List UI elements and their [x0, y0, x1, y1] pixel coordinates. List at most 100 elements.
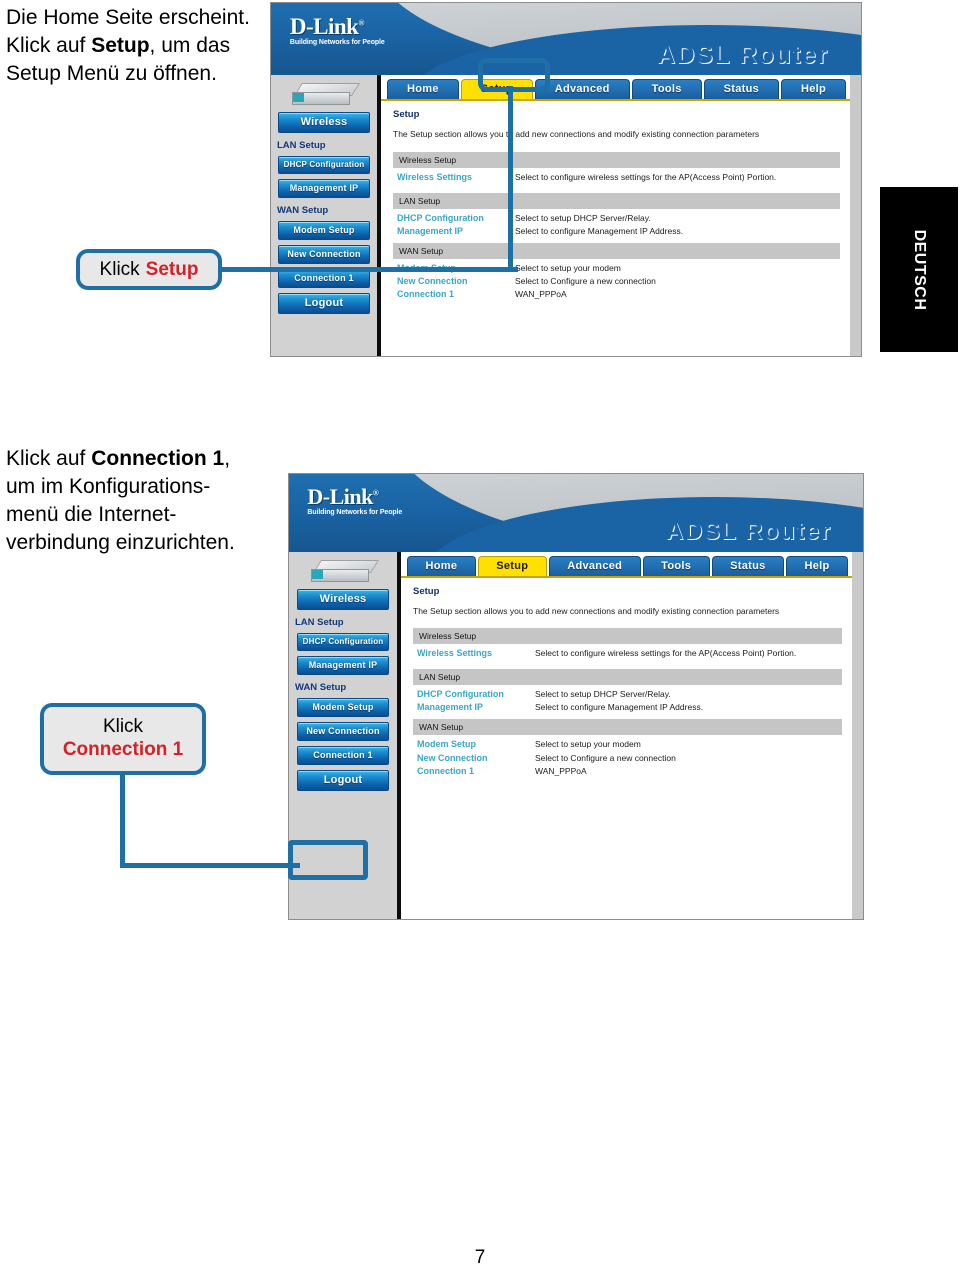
sidebar-items-container: Wireless LAN Setup DHCP Configuration Manag… [271, 112, 377, 315]
panel-sections: Wireless Setup Wireless Settings Select to… [393, 151, 840, 300]
panel-sections: Wireless Setup Wireless Settings Select to… [413, 628, 842, 776]
setup-row: DHCP Configuration Select to setup DHCP S… [393, 213, 840, 224]
callout-connector-vertical [508, 86, 513, 271]
router-device-icon [311, 559, 380, 582]
nav-tab-advanced[interactable]: Advanced [548, 555, 641, 576]
sidebar-button-connection-1[interactable]: Connection 1 [297, 745, 389, 765]
router-content: Home Setup Advanced Tools Status Help Setup T… [381, 75, 861, 356]
setup-row-description: Select to Configure a new connection [535, 752, 676, 763]
registered-mark-icon: ® [358, 17, 364, 27]
callout-prefix: Klick [99, 258, 140, 280]
callout-connector-horizontal [120, 863, 300, 868]
setup-link-management-ip[interactable]: Management IP [413, 702, 535, 712]
setup-row-description: Select to configure wireless settings fo… [535, 648, 797, 659]
setup-row-description: Select to configure wireless settings fo… [515, 171, 777, 182]
sidebar-button-new-connection[interactable]: New Connection [278, 245, 370, 265]
router-screenshot-setup-page: D-Link® Building Networks for People ADS… [270, 2, 862, 357]
callout-klick-connection1: Klick Connection 1 [40, 703, 206, 775]
sidebar-button-new-connection[interactable]: New Connection [297, 721, 389, 741]
dlink-tagline: Building Networks for People [307, 509, 403, 517]
dlink-wordmark: D-Link [289, 13, 359, 39]
sidebar-button-dhcp-configuration[interactable]: DHCP Configuration [278, 156, 370, 175]
setup-row: Management IP Select to configure Managem… [393, 226, 840, 237]
instruction-text-connection1: Klick auf Connection 1, um im Konfigurat… [6, 445, 261, 557]
router-banner: D-Link® Building Networks for People ADS… [271, 3, 861, 76]
nav-tab-home[interactable]: Home [407, 555, 476, 576]
callout-klick-setup: Klick Setup [76, 249, 222, 290]
setup-link-wireless-settings[interactable]: Wireless Settings [393, 172, 515, 182]
nav-tab-status[interactable]: Status [711, 555, 785, 576]
setup-row: DHCP Configuration Select to setup DHCP S… [413, 689, 842, 700]
router-device-icon [292, 83, 361, 106]
dlink-wordmark: D-Link [307, 484, 373, 510]
sidebar-group-label-wan-setup: WAN Setup [277, 205, 329, 217]
instruction-text-setup: Die Home Seite erscheint. Klick auf Setu… [6, 4, 256, 88]
sidebar-button-wireless[interactable]: Wireless [278, 112, 370, 134]
router-body: Wireless LAN Setup DHCP Configuration Manag… [289, 551, 863, 919]
setup-row-description: WAN_PPPoA [535, 765, 587, 776]
nav-tab-status[interactable]: Status [703, 79, 780, 100]
sidebar-group-label-lan-setup: LAN Setup [295, 616, 344, 628]
dlink-logo: D-Link® Building Networks for People [307, 484, 403, 517]
product-title: ADSL Router [666, 517, 832, 545]
nav-tab-help[interactable]: Help [786, 555, 849, 576]
sidebar-button-management-ip[interactable]: Management IP [278, 179, 370, 199]
setup-link-connection-1[interactable]: Connection 1 [393, 289, 515, 299]
setup-row: Wireless Settings Select to configure wir… [413, 648, 842, 659]
setup-row: Connection 1 WAN_PPPoA [393, 289, 840, 300]
sidebar-button-dhcp-configuration[interactable]: DHCP Configuration [297, 632, 389, 651]
sidebar-button-management-ip[interactable]: Management IP [297, 655, 389, 675]
setup-row: Connection 1 WAN_PPPoA [413, 766, 842, 777]
setup-row-description: Select to configure Management IP Addres… [535, 702, 704, 713]
setup-link-new-connection[interactable]: New Connection [413, 753, 535, 763]
setup-link-connection-1[interactable]: Connection 1 [413, 766, 535, 776]
section-header-lan-setup: LAN Setup [393, 192, 840, 209]
instruction-lead: Klick auf [6, 447, 92, 470]
highlight-ring-connection1-button [288, 840, 368, 880]
nav-tab-home[interactable]: Home [387, 79, 459, 100]
setup-link-dhcp-configuration[interactable]: DHCP Configuration [393, 213, 515, 223]
sidebar-button-logout[interactable]: Logout [297, 769, 389, 791]
router-nav-tabs: Home Setup Advanced Tools Status Help [381, 75, 850, 102]
setup-row: New Connection Select to Configure a new … [413, 753, 842, 764]
nav-tab-help[interactable]: Help [781, 79, 847, 100]
setup-row: Wireless Settings Select to configure wir… [393, 172, 840, 183]
setup-link-wireless-settings[interactable]: Wireless Settings [413, 648, 535, 658]
dlink-logo: D-Link® Building Networks for People [290, 15, 385, 46]
section-header-wireless-setup: Wireless Setup [413, 628, 842, 645]
router-sidebar: Wireless LAN Setup DHCP Configuration Manag… [271, 75, 381, 356]
setup-row-description: Select to Configure a new connection [515, 276, 656, 287]
setup-row: Management IP Select to configure Managem… [413, 702, 842, 713]
sidebar-button-modem-setup[interactable]: Modem Setup [297, 697, 389, 717]
setup-link-new-connection[interactable]: New Connection [393, 276, 515, 286]
sidebar-button-modem-setup[interactable]: Modem Setup [278, 221, 370, 241]
dlink-tagline: Building Networks for People [289, 38, 385, 46]
sidebar-group-label-wan-setup: WAN Setup [295, 681, 347, 693]
router-body: Wireless LAN Setup DHCP Configuration Manag… [271, 75, 861, 356]
nav-tab-tools[interactable]: Tools [642, 555, 710, 576]
router-screenshot-setup-page-2: D-Link® Building Networks for People ADS… [288, 473, 864, 920]
section-header-wan-setup: WAN Setup [413, 719, 842, 736]
setup-row-description: Select to setup your modem [535, 739, 641, 750]
setup-panel: Setup The Setup section allows you to ad… [401, 578, 852, 777]
router-content: Home Setup Advanced Tools Status Help Setup T… [401, 551, 863, 919]
nav-tab-setup[interactable]: Setup [477, 555, 547, 576]
instruction-bold-keyword: Connection 1 [91, 447, 225, 470]
setup-row-description: WAN_PPPoA [515, 289, 567, 300]
setup-link-modem-setup[interactable]: Modem Setup [413, 739, 535, 749]
language-tab-label: DEUTSCH [911, 229, 928, 310]
sidebar-button-connection-1[interactable]: Connection 1 [278, 269, 370, 289]
sidebar-items-container: Wireless LAN Setup DHCP Configuration Manag… [289, 588, 397, 791]
highlight-ring-setup-tab [478, 58, 550, 92]
nav-tab-tools[interactable]: Tools [631, 79, 702, 100]
setup-row: New Connection Select to Configure a new … [393, 276, 840, 287]
sidebar-button-logout[interactable]: Logout [278, 293, 370, 315]
panel-description: The Setup section allows you to add new … [413, 605, 780, 616]
section-header-wireless-setup: Wireless Setup [393, 151, 840, 168]
callout-connector-horizontal [218, 267, 518, 272]
setup-link-management-ip[interactable]: Management IP [393, 226, 515, 236]
callout-keyword: Setup [145, 258, 199, 280]
setup-link-dhcp-configuration[interactable]: DHCP Configuration [413, 689, 535, 699]
sidebar-button-wireless[interactable]: Wireless [297, 588, 389, 610]
section-header-wan-setup: WAN Setup [393, 242, 840, 259]
